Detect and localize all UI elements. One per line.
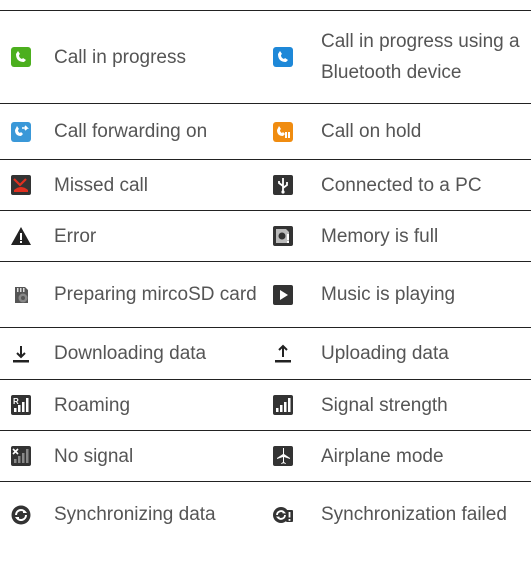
missed-call-icon xyxy=(0,160,54,210)
list-item-label: Missed call xyxy=(54,174,148,196)
table-row: Missed call Connected to a PC xyxy=(0,159,531,210)
airplane-mode-icon xyxy=(262,431,321,481)
list-item-label: Synchronizing data xyxy=(54,504,216,525)
list-item-label: Call forwarding on xyxy=(54,121,208,142)
list-item-label: Memory is full xyxy=(321,225,439,247)
table-row: Preparing mircoSD card Music is playing xyxy=(0,261,531,327)
call-on-hold-icon xyxy=(262,104,321,159)
usb-connected-icon xyxy=(262,160,321,210)
table-row: Downloading data Uploading data xyxy=(0,327,531,379)
list-item-label: Call in progress using a Bluetooth devic… xyxy=(321,31,520,83)
sync-icon xyxy=(0,482,54,547)
list-item-label: Airplane mode xyxy=(321,445,444,467)
upload-icon xyxy=(262,328,321,379)
no-signal-icon xyxy=(0,431,54,481)
status-icons-table: Call in progress Call in progress using … xyxy=(0,10,531,547)
call-in-progress-icon xyxy=(0,11,54,103)
table-row: Error Memory is full xyxy=(0,210,531,261)
list-item-label: Connected to a PC xyxy=(321,174,482,196)
svg-text:R: R xyxy=(13,397,19,406)
list-item-label: Synchronization failed xyxy=(321,504,507,525)
table-row: Call in progress Call in progress using … xyxy=(0,10,531,103)
list-item-label: Downloading data xyxy=(54,343,207,364)
error-icon xyxy=(0,211,54,261)
bluetooth-call-icon xyxy=(262,11,321,103)
download-icon xyxy=(0,328,54,379)
call-forwarding-icon xyxy=(0,104,54,159)
sync-failed-icon xyxy=(262,482,321,547)
table-row: Call forwarding on Call on hold xyxy=(0,103,531,159)
list-item-label: Preparing mircoSD card xyxy=(54,284,257,305)
table-row: No signal Airplane mode xyxy=(0,430,531,481)
signal-strength-icon xyxy=(262,380,321,430)
list-item-label: Call in progress xyxy=(54,46,186,68)
roaming-icon: R xyxy=(0,380,54,430)
list-item-label: Call on hold xyxy=(321,121,422,142)
memory-full-icon xyxy=(262,211,321,261)
list-item-label: No signal xyxy=(54,445,134,467)
list-item-label: Uploading data xyxy=(321,343,449,364)
sd-card-preparing-icon xyxy=(0,262,54,327)
list-item-label: Roaming xyxy=(54,394,131,416)
table-row: R Roaming Signal strength xyxy=(0,379,531,430)
list-item-label: Error xyxy=(54,225,97,247)
music-playing-icon xyxy=(262,262,321,327)
list-item-label: Signal strength xyxy=(321,394,448,416)
list-item-label: Music is playing xyxy=(321,284,456,305)
table-row: Synchronizing data Synchronization faile… xyxy=(0,481,531,547)
